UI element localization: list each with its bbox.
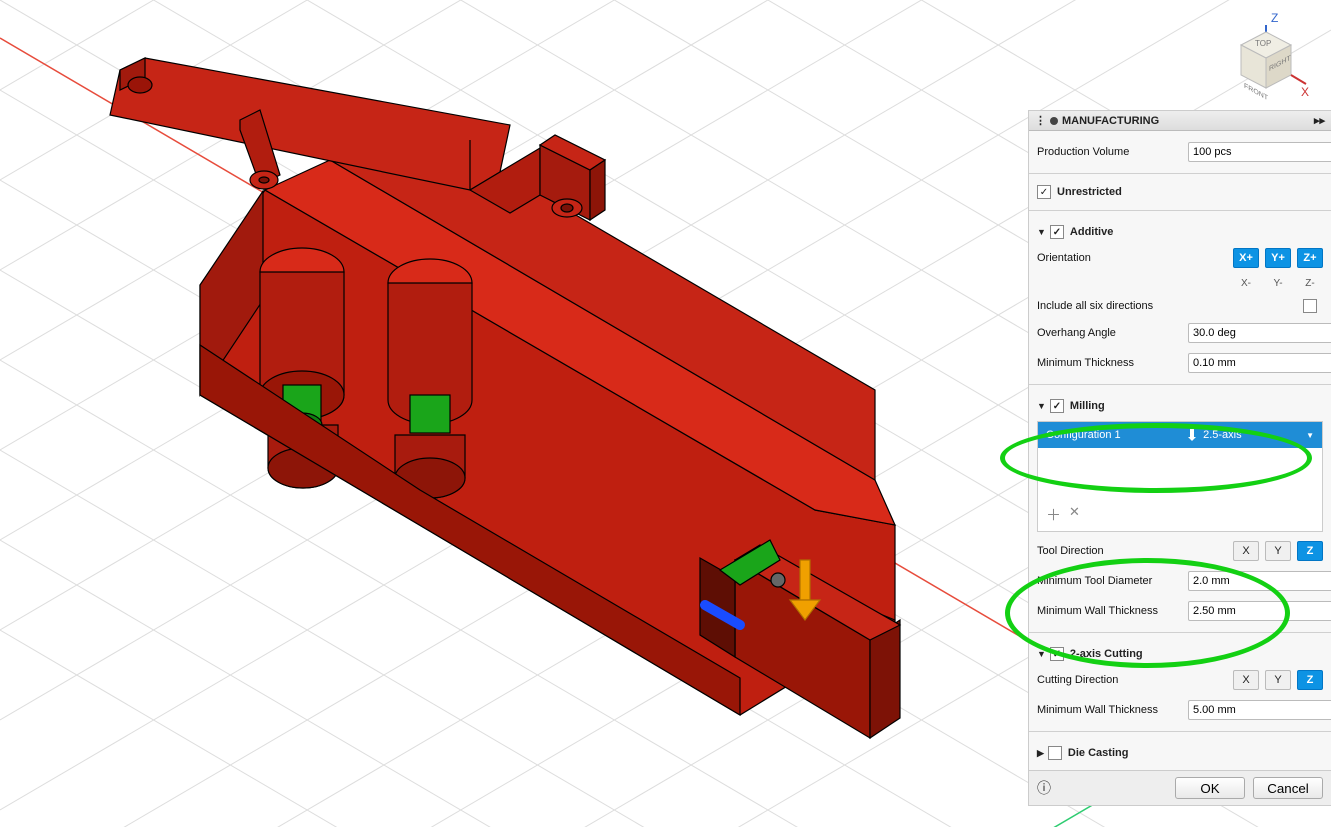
config-mode: 2.5-axis [1203, 429, 1242, 441]
additive-checkbox[interactable]: ✓ [1050, 225, 1064, 239]
additive-section[interactable]: ▼ ✓ Additive [1037, 225, 1323, 239]
viewcube[interactable]: Z TOP FRONT RIGHT X [1211, 10, 1311, 110]
milling-section[interactable]: ▼ ✓ Milling [1037, 399, 1323, 413]
cutdir-x[interactable]: X [1233, 670, 1259, 690]
diecast-checkbox[interactable] [1048, 746, 1062, 760]
cutdir-label: Cutting Direction [1037, 674, 1233, 686]
config-dropdown[interactable]: ▼ [1306, 431, 1314, 440]
cutting-checkbox[interactable]: ✓ [1050, 647, 1064, 661]
endmill-icon [1185, 428, 1199, 442]
overhang-label: Overhang Angle [1037, 327, 1188, 339]
orient-zplus[interactable]: Z+ [1297, 248, 1323, 268]
svg-text:TOP: TOP [1255, 39, 1271, 48]
diecast-section[interactable]: ▶ Die Casting [1037, 746, 1323, 760]
tooldir-y[interactable]: Y [1265, 541, 1291, 561]
cutting-section[interactable]: ▼ ✓ 2-axis Cutting [1037, 647, 1323, 661]
unrestricted-checkbox[interactable]: ✓ [1037, 185, 1051, 199]
add-config-button[interactable]: ＋ [1046, 504, 1061, 525]
expand-icon[interactable]: ▸▸ [1314, 114, 1325, 127]
cutdir-z[interactable]: Z [1297, 670, 1323, 690]
collapse-icon: ▼ [1037, 227, 1046, 237]
minthick-input[interactable] [1188, 353, 1331, 373]
minwall-c-label: Minimum Wall Thickness [1037, 704, 1188, 716]
panel-title: MANUFACTURING [1062, 115, 1159, 127]
include-all-checkbox[interactable] [1303, 299, 1317, 313]
mintool-input[interactable] [1188, 571, 1331, 591]
mintool-label: Minimum Tool Diameter [1037, 575, 1188, 587]
overhang-input[interactable] [1188, 323, 1331, 343]
remove-config-button[interactable]: ✕ [1069, 504, 1080, 525]
cutdir-y[interactable]: Y [1265, 670, 1291, 690]
include-all-label: Include all six directions [1037, 300, 1303, 312]
tooldir-label: Tool Direction [1037, 545, 1233, 557]
minthick-label: Minimum Thickness [1037, 357, 1188, 369]
prod-volume-input[interactable] [1188, 142, 1331, 162]
minwall-m-label: Minimum Wall Thickness [1037, 605, 1188, 617]
svg-text:Z: Z [1271, 11, 1278, 25]
orient-yplus[interactable]: Y+ [1265, 248, 1291, 268]
tooldir-z[interactable]: Z [1297, 541, 1323, 561]
orientation-label: Orientation [1037, 252, 1233, 264]
minwall-m-input[interactable] [1188, 601, 1331, 621]
ok-button[interactable]: OK [1175, 777, 1245, 799]
orient-zminus[interactable]: Z- [1297, 278, 1323, 289]
prod-volume-label: Production Volume [1037, 146, 1188, 158]
svg-text:X: X [1301, 85, 1309, 99]
panel-dot-icon [1050, 117, 1058, 125]
orient-xminus[interactable]: X- [1233, 278, 1259, 289]
cancel-button[interactable]: Cancel [1253, 777, 1323, 799]
milling-checkbox[interactable]: ✓ [1050, 399, 1064, 413]
panel-grip-icon: ⋮ [1035, 114, 1046, 127]
config-list: Configuration 1 2.5-axis ▼ ＋ ✕ [1037, 421, 1323, 532]
orient-xplus[interactable]: X+ [1233, 248, 1259, 268]
config-name: Configuration 1 [1046, 429, 1121, 441]
tooldir-x[interactable]: X [1233, 541, 1259, 561]
unrestricted-label: Unrestricted [1057, 186, 1122, 198]
panel-header[interactable]: ⋮ MANUFACTURING ▸▸ [1029, 111, 1331, 131]
orient-yminus[interactable]: Y- [1265, 278, 1291, 289]
config-row[interactable]: Configuration 1 2.5-axis ▼ [1038, 422, 1322, 448]
info-icon[interactable]: ⓘ [1037, 778, 1051, 798]
manufacturing-panel: ⋮ MANUFACTURING ▸▸ Production Volume ✓ U… [1028, 110, 1331, 806]
minwall-c-input[interactable] [1188, 700, 1331, 720]
